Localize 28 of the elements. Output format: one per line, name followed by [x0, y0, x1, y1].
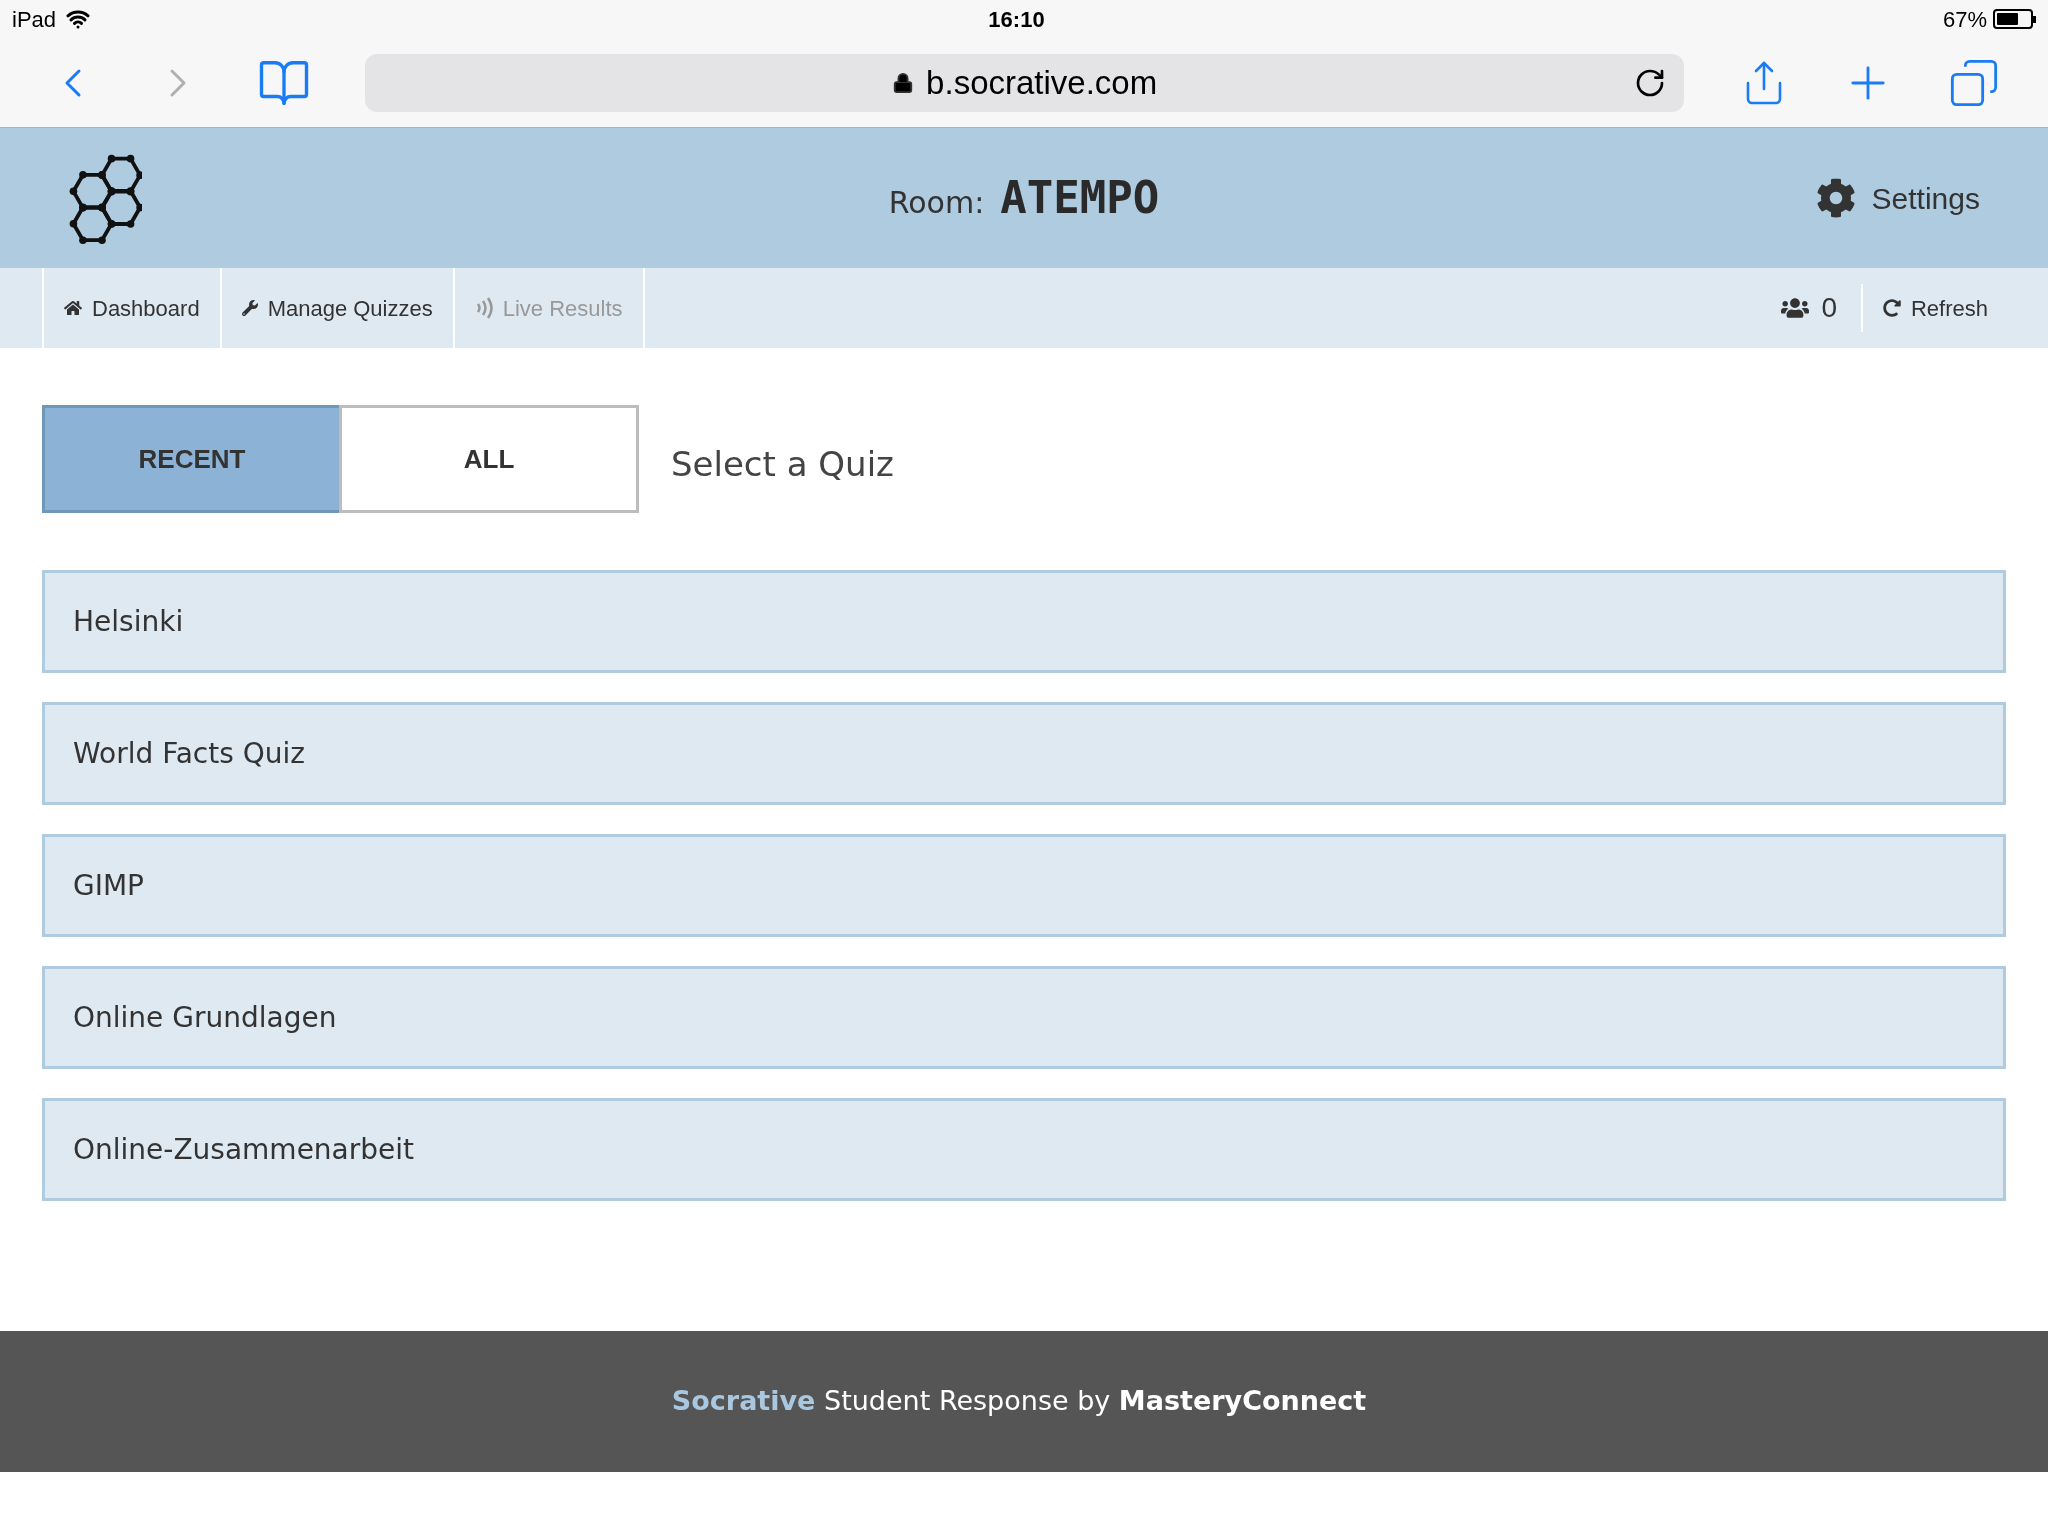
nav-tab[interactable]: Manage Quizzes [219, 268, 453, 348]
wrench-icon [241, 300, 258, 316]
student-count: 0 [1821, 291, 1837, 325]
quiz-row[interactable]: World Facts Quiz [42, 702, 2006, 805]
sound-waves-icon [474, 297, 493, 319]
quiz-row[interactable]: GIMP [42, 834, 2006, 937]
settings-button[interactable]: Settings [1815, 175, 1980, 221]
quiz-row[interactable]: Online Grundlagen [42, 966, 2006, 1069]
quiz-row[interactable]: Online-Zusammenarbeit [42, 1098, 2006, 1201]
room-label: Room: [888, 184, 985, 222]
address-field[interactable]: b.socrative.com [365, 53, 1684, 112]
refresh-button[interactable]: Refresh [1882, 291, 1988, 325]
url-text: b.socrative.com [926, 62, 1158, 103]
home-icon [64, 299, 82, 317]
clock-time: 16:10 [988, 5, 1045, 34]
filter-tab[interactable]: ALL [339, 405, 639, 513]
nav-tab[interactable]: Dashboard [42, 268, 220, 348]
room-name: ATEMPO [1000, 171, 1160, 225]
battery-percent: 67% [1942, 5, 1987, 34]
device-name: iPad [12, 5, 57, 34]
lock-icon [892, 71, 915, 94]
footer-text: Socrative Student Response by MasteryConnect [671, 1384, 1367, 1419]
gear-icon [1815, 178, 1856, 218]
quiz-row[interactable]: Helsinki [42, 570, 2006, 673]
refresh-icon [1882, 299, 1901, 317]
battery-icon [1993, 9, 2036, 29]
select-quiz-heading: Select a Quiz [671, 442, 894, 486]
filter-tab[interactable]: RECENT [42, 405, 342, 513]
